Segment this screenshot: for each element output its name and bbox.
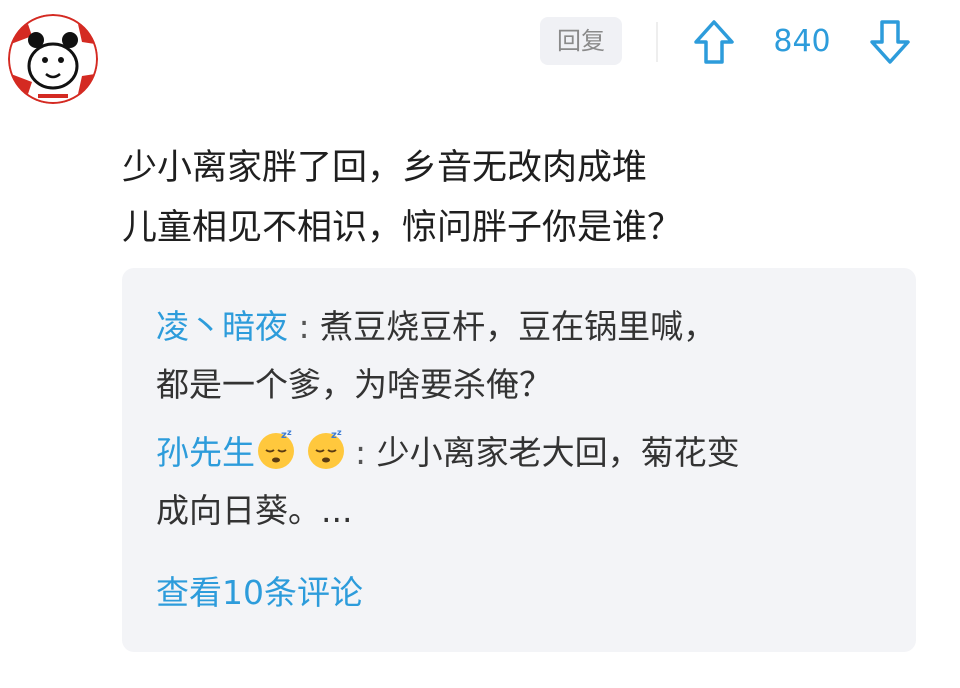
svg-text:z: z: [287, 428, 292, 437]
arrow-down-icon[interactable]: [868, 18, 912, 66]
reply-author[interactable]: 孙先生: [156, 433, 255, 472]
vote-count: 840: [773, 24, 831, 59]
comment-card: 回复 840 少小离家胖了回，乡音无改肉成堆 儿童相见不相识，惊问胖子你是谁？ …: [0, 0, 960, 688]
reply-line: 凌丶暗夜 : 煮豆烧豆杆，豆在锅里喊，: [156, 298, 896, 356]
reply-item[interactable]: 孙先生 z z z z: 少小离家老大回，菊花变 成向日葵。...: [156, 424, 896, 540]
divider: [656, 22, 658, 62]
svg-text:z: z: [337, 428, 342, 437]
reply-author[interactable]: 凌丶暗夜: [156, 307, 288, 346]
reply-text: 成向日葵。...: [156, 491, 353, 530]
sleeping-face-emoji-icon: z z: [255, 428, 297, 470]
reply-text: 少小离家老大回，菊花变: [376, 433, 740, 472]
reply-text: 都是一个爹，为啥要杀俺？: [156, 365, 552, 404]
reply-separator: :: [355, 433, 367, 472]
comment-line: 儿童相见不相识，惊问胖子你是谁？: [122, 208, 683, 248]
reply-button[interactable]: 回复: [540, 17, 622, 65]
comment-text: 少小离家胖了回，乡音无改肉成堆 儿童相见不相识，惊问胖子你是谁？: [122, 138, 922, 258]
arrow-up-icon[interactable]: [692, 18, 736, 66]
sleeping-face-emoji-icon: z z: [305, 428, 347, 470]
avatar[interactable]: [8, 14, 98, 104]
view-more-comments-link[interactable]: 查看10条评论: [156, 564, 363, 622]
reply-item[interactable]: 凌丶暗夜 : 煮豆烧豆杆，豆在锅里喊， 都是一个爹，为啥要杀俺？: [156, 298, 896, 414]
reply-separator: :: [298, 307, 310, 346]
panda-avatar-icon: [8, 14, 98, 104]
reply-line: 孙先生 z z z z: 少小离家老大回，菊花变: [156, 424, 896, 482]
replies-box: 凌丶暗夜 : 煮豆烧豆杆，豆在锅里喊， 都是一个爹，为啥要杀俺？ 孙先生 z z: [122, 268, 916, 652]
reply-text: 煮豆烧豆杆，豆在锅里喊，: [320, 307, 717, 346]
comment-line: 少小离家胖了回，乡音无改肉成堆: [122, 148, 648, 188]
